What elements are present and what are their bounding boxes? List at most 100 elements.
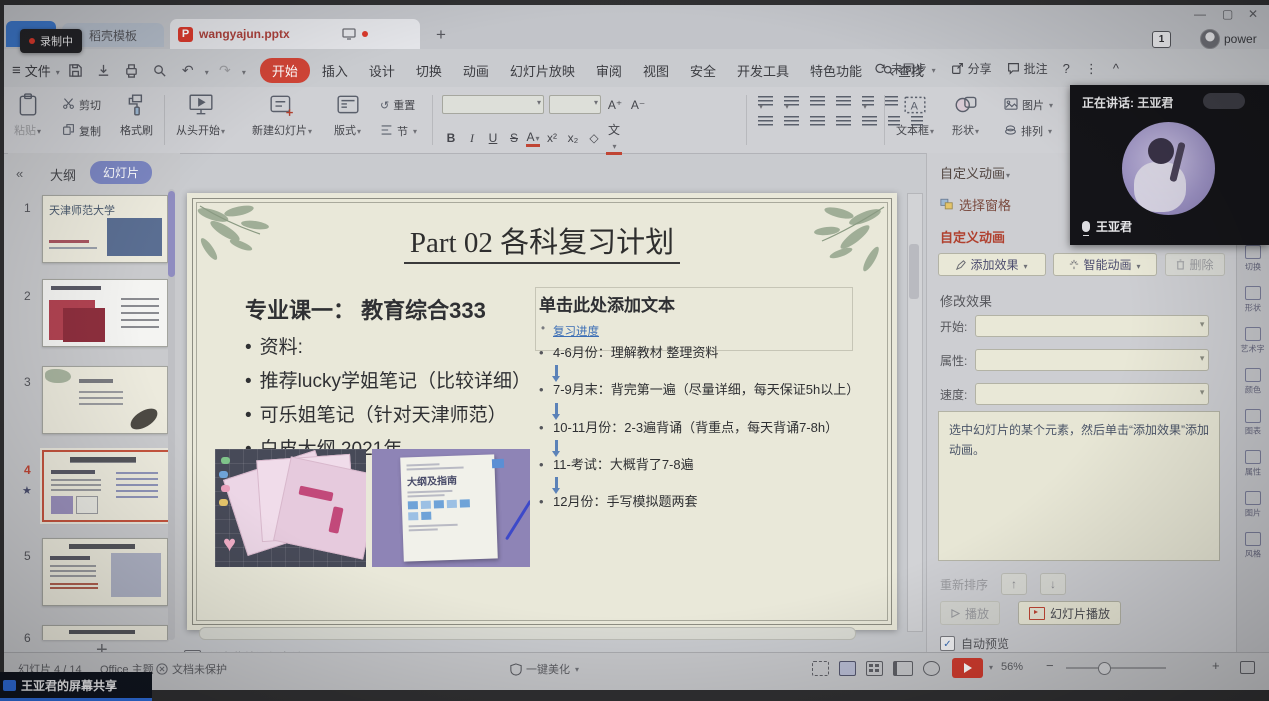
side-tool-button[interactable]: 形状 bbox=[1244, 286, 1262, 314]
maximize-button[interactable]: ▢ bbox=[1222, 7, 1233, 21]
close-button[interactable]: ✕ bbox=[1248, 7, 1258, 21]
align-left-button[interactable] bbox=[758, 116, 773, 127]
cut-button[interactable]: 剪切 bbox=[62, 95, 101, 115]
help-button[interactable] bbox=[1063, 61, 1070, 76]
increase-indent-button[interactable] bbox=[836, 96, 851, 107]
new-tab-button[interactable]: + bbox=[436, 25, 446, 45]
slide-vertical-scrollbar[interactable] bbox=[907, 193, 923, 632]
delete-effect-button[interactable]: 删除 bbox=[1165, 253, 1225, 276]
menu-tab[interactable]: 插入 bbox=[322, 61, 348, 80]
menu-tab[interactable]: 特色功能 bbox=[810, 61, 862, 80]
highlight-icon[interactable]: 文 bbox=[606, 121, 622, 155]
screen-cast-icon[interactable] bbox=[342, 28, 356, 40]
italic-button[interactable]: I bbox=[463, 131, 481, 146]
bold-button[interactable]: B bbox=[442, 131, 460, 145]
grow-font-button[interactable]: A⁺ bbox=[606, 98, 624, 112]
slide-thumbnail-5[interactable] bbox=[42, 538, 168, 606]
share-button[interactable]: 分享 bbox=[951, 60, 992, 77]
scrollbar-thumb[interactable] bbox=[909, 244, 919, 299]
side-tool-button[interactable]: 图片 bbox=[1244, 491, 1262, 519]
layout-button[interactable]: 版式 bbox=[334, 93, 361, 138]
play-button[interactable]: 播放 bbox=[940, 601, 1000, 625]
play-from-start-button[interactable]: 从头开始 bbox=[176, 93, 225, 138]
handout-view-button[interactable] bbox=[923, 661, 940, 676]
slide-thumbnail-3[interactable] bbox=[42, 366, 168, 434]
font-size-select[interactable] bbox=[549, 95, 601, 114]
notes-view-button[interactable] bbox=[812, 661, 829, 676]
syllabus-photo[interactable]: 大纲及指南 bbox=[372, 449, 530, 567]
thumbnail-scrollbar[interactable] bbox=[168, 189, 175, 640]
menu-tab[interactable]: 审阅 bbox=[596, 61, 622, 80]
new-slide-button[interactable]: 新建幻灯片 bbox=[252, 93, 312, 138]
hamburger-icon[interactable]: ≡ bbox=[12, 62, 21, 79]
beautify-button[interactable]: 一键美化 bbox=[510, 661, 579, 677]
cloud-sync-status[interactable]: 未同步 bbox=[873, 60, 936, 77]
bullets-button[interactable] bbox=[758, 96, 773, 107]
print-button[interactable] bbox=[120, 60, 144, 80]
notes-photo[interactable]: ♥ bbox=[215, 449, 366, 567]
paste-button[interactable]: 粘贴 bbox=[14, 93, 41, 138]
align-right-button[interactable] bbox=[810, 116, 825, 127]
copy-button[interactable]: 复制 bbox=[62, 121, 101, 141]
move-up-button[interactable] bbox=[1001, 573, 1027, 595]
collapse-panel-button[interactable] bbox=[16, 165, 23, 183]
menu-tab[interactable]: 切换 bbox=[416, 61, 442, 80]
speed-select[interactable] bbox=[975, 383, 1209, 405]
menu-tab[interactable]: 视图 bbox=[643, 61, 669, 80]
arrange-button[interactable]: 排列 bbox=[1004, 121, 1052, 141]
shapes-button[interactable]: 形状 bbox=[952, 93, 979, 138]
slide-thumbnail-1[interactable]: 天津师范大学 bbox=[42, 195, 168, 263]
slide-sorter-view-button[interactable] bbox=[866, 661, 883, 676]
selection-pane-button[interactable]: 选择窗格 bbox=[940, 195, 1011, 214]
reset-button[interactable]: ↺ 重置 bbox=[380, 95, 415, 115]
side-tool-button[interactable]: 艺术字 bbox=[1239, 327, 1266, 355]
justify-button[interactable] bbox=[836, 116, 851, 127]
zoom-in-button[interactable]: + bbox=[1212, 658, 1220, 673]
toolbar-more-caret-icon[interactable] bbox=[241, 63, 246, 78]
redo-button[interactable]: ↷ bbox=[213, 60, 237, 80]
side-tool-button[interactable]: 属性 bbox=[1244, 450, 1262, 478]
reading-view-button[interactable] bbox=[893, 661, 913, 676]
menu-tab[interactable]: 安全 bbox=[690, 61, 716, 80]
zoom-percentage[interactable]: 56% bbox=[1001, 661, 1023, 673]
protection-status[interactable]: 文档未保护 bbox=[156, 661, 227, 677]
zoom-slider[interactable] bbox=[1066, 667, 1166, 669]
tab-slides-active[interactable]: 幻灯片 bbox=[90, 161, 152, 184]
distribute-button[interactable] bbox=[862, 116, 877, 127]
zoom-out-button[interactable]: − bbox=[1046, 658, 1054, 673]
align-center-button[interactable] bbox=[784, 116, 799, 127]
slide-thumbnail-2[interactable] bbox=[42, 279, 168, 347]
shrink-font-button[interactable]: A⁻ bbox=[629, 98, 647, 112]
slide-canvas[interactable]: Part 02 各科复习计划 专业课一： 教育综合333 资料:推荐lucky学… bbox=[187, 193, 897, 630]
start-select[interactable] bbox=[975, 315, 1209, 337]
user-avatar[interactable] bbox=[1200, 29, 1220, 49]
side-tool-button[interactable]: 风格 bbox=[1244, 532, 1262, 560]
format-painter-button[interactable]: 格式刷 bbox=[120, 93, 153, 138]
decrease-indent-button[interactable] bbox=[810, 96, 825, 107]
auto-preview-checkbox[interactable] bbox=[940, 636, 955, 651]
minimize-button[interactable]: — bbox=[1194, 7, 1206, 21]
slideshow-button[interactable] bbox=[952, 658, 983, 678]
menu-tab[interactable]: 开发工具 bbox=[737, 61, 789, 80]
slide-thumbnail-6-partial[interactable] bbox=[42, 625, 168, 640]
document-count-badge[interactable]: 1 bbox=[1152, 31, 1171, 48]
normal-view-button[interactable] bbox=[839, 661, 856, 676]
slideshow-play-button[interactable]: 幻灯片播放 bbox=[1018, 601, 1121, 625]
strikethrough-button[interactable]: S bbox=[505, 131, 523, 145]
comment-button[interactable]: 批注 bbox=[1007, 60, 1048, 77]
slide-left-textbox[interactable]: 专业课一： 教育综合333 资料:推荐lucky学姐笔记（比较详细）可乐姐笔记（… bbox=[245, 293, 545, 460]
slide-right-textbox[interactable]: 单击此处添加文本 复习进度 4-6月份：理解教材 整理资料 7-9月末：背完第一… bbox=[539, 291, 855, 510]
slide-horizontal-scrollbar[interactable] bbox=[199, 627, 856, 640]
collapse-ribbon-button[interactable] bbox=[1113, 61, 1119, 76]
panel-selector-dropdown[interactable]: 自定义动画 bbox=[940, 163, 1010, 182]
undo-button[interactable]: ↶ bbox=[176, 60, 200, 80]
side-tool-button[interactable]: 颜色 bbox=[1244, 368, 1262, 396]
save-button[interactable] bbox=[64, 60, 88, 80]
subscript-button[interactable]: x₂ bbox=[564, 131, 582, 145]
move-down-button[interactable] bbox=[1040, 573, 1066, 595]
picture-button[interactable]: 图片 bbox=[1004, 95, 1053, 115]
slideshow-options-caret-icon[interactable] bbox=[988, 661, 993, 673]
slide-thumbnail-4-selected[interactable] bbox=[42, 450, 170, 522]
print-preview-button[interactable] bbox=[148, 60, 172, 80]
menu-tab[interactable]: 动画 bbox=[463, 61, 489, 80]
